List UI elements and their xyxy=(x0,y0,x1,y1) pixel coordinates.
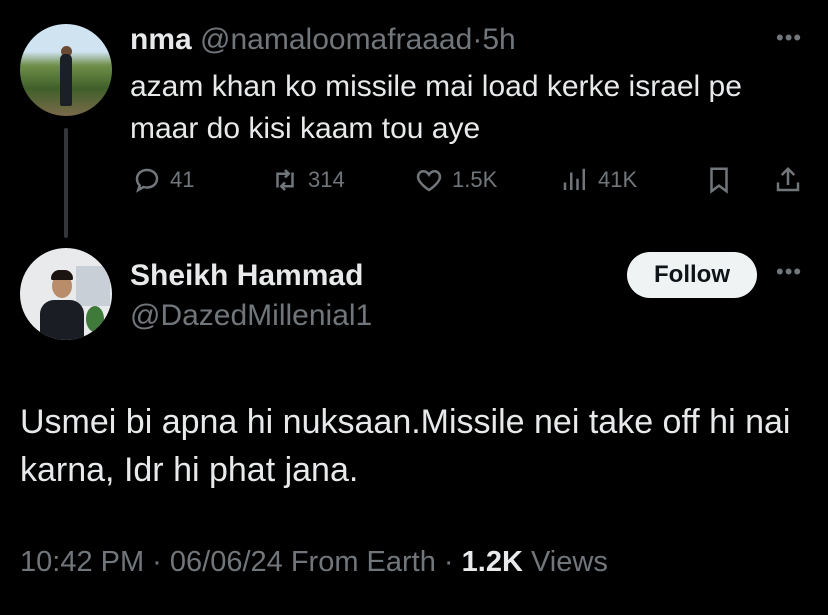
parent-tweet-header: nma @namaloomafraaad·5h xyxy=(130,22,516,58)
follow-button[interactable]: Follow xyxy=(627,252,757,298)
tweet-time[interactable]: 5h xyxy=(482,23,515,56)
avatar-figure-body xyxy=(40,300,84,340)
reply-button[interactable]: 41 xyxy=(132,162,194,198)
user-handle[interactable]: @namaloomafraaad xyxy=(200,23,472,56)
like-icon xyxy=(416,169,442,192)
reply-count: 41 xyxy=(170,167,195,192)
like-button[interactable]: 1.5K xyxy=(414,162,497,198)
more-icon[interactable]: ••• xyxy=(776,27,802,49)
share-icon xyxy=(776,166,800,192)
retweet-count: 314 xyxy=(308,167,345,192)
tweet-metadata: 10:42 PM · 06/06/24 From Earth · 1.2K Vi… xyxy=(20,544,608,580)
parent-tweet-text: azam khan ko missile mai load kerke isra… xyxy=(130,70,742,145)
like-count: 1.5K xyxy=(452,167,498,192)
avatar-figure-hair xyxy=(51,270,73,280)
views-count: 41K xyxy=(598,167,638,192)
avatar[interactable] xyxy=(20,248,112,340)
views-label: Views xyxy=(530,546,608,578)
user-handle[interactable]: @DazedMillenial1 xyxy=(130,298,372,334)
retweet-icon xyxy=(276,169,294,191)
share-button[interactable] xyxy=(773,162,803,198)
reply-icon xyxy=(135,168,159,193)
thread-connector-line xyxy=(64,128,68,238)
display-name[interactable]: nma xyxy=(130,23,192,56)
avatar[interactable] xyxy=(20,24,112,116)
views-icon xyxy=(563,168,585,190)
reply-tweet-text: Usmei bi apna hi nuksaan.Missile nei tak… xyxy=(20,403,791,489)
display-name[interactable]: Sheikh Hammad xyxy=(130,258,363,294)
bookmark-icon xyxy=(710,167,728,194)
tweet-actions: 41 314 1.5K 41K xyxy=(130,162,810,198)
separator-dot: · xyxy=(472,23,483,56)
tweet-thread: nma @namaloomafraaad·5h ••• azam khan ko… xyxy=(0,0,828,615)
views-button[interactable]: 41K xyxy=(560,162,637,198)
avatar-figure xyxy=(60,54,72,106)
retweet-button[interactable]: 314 xyxy=(270,162,345,198)
tweet-timestamp[interactable]: 10:42 PM · 06/06/24 From Earth · xyxy=(20,546,454,578)
avatar-plant xyxy=(86,306,104,332)
bookmark-button[interactable] xyxy=(704,162,734,198)
more-icon[interactable]: ••• xyxy=(776,261,802,283)
avatar-background-window xyxy=(76,266,110,306)
views-count: 1.2K xyxy=(461,546,523,578)
